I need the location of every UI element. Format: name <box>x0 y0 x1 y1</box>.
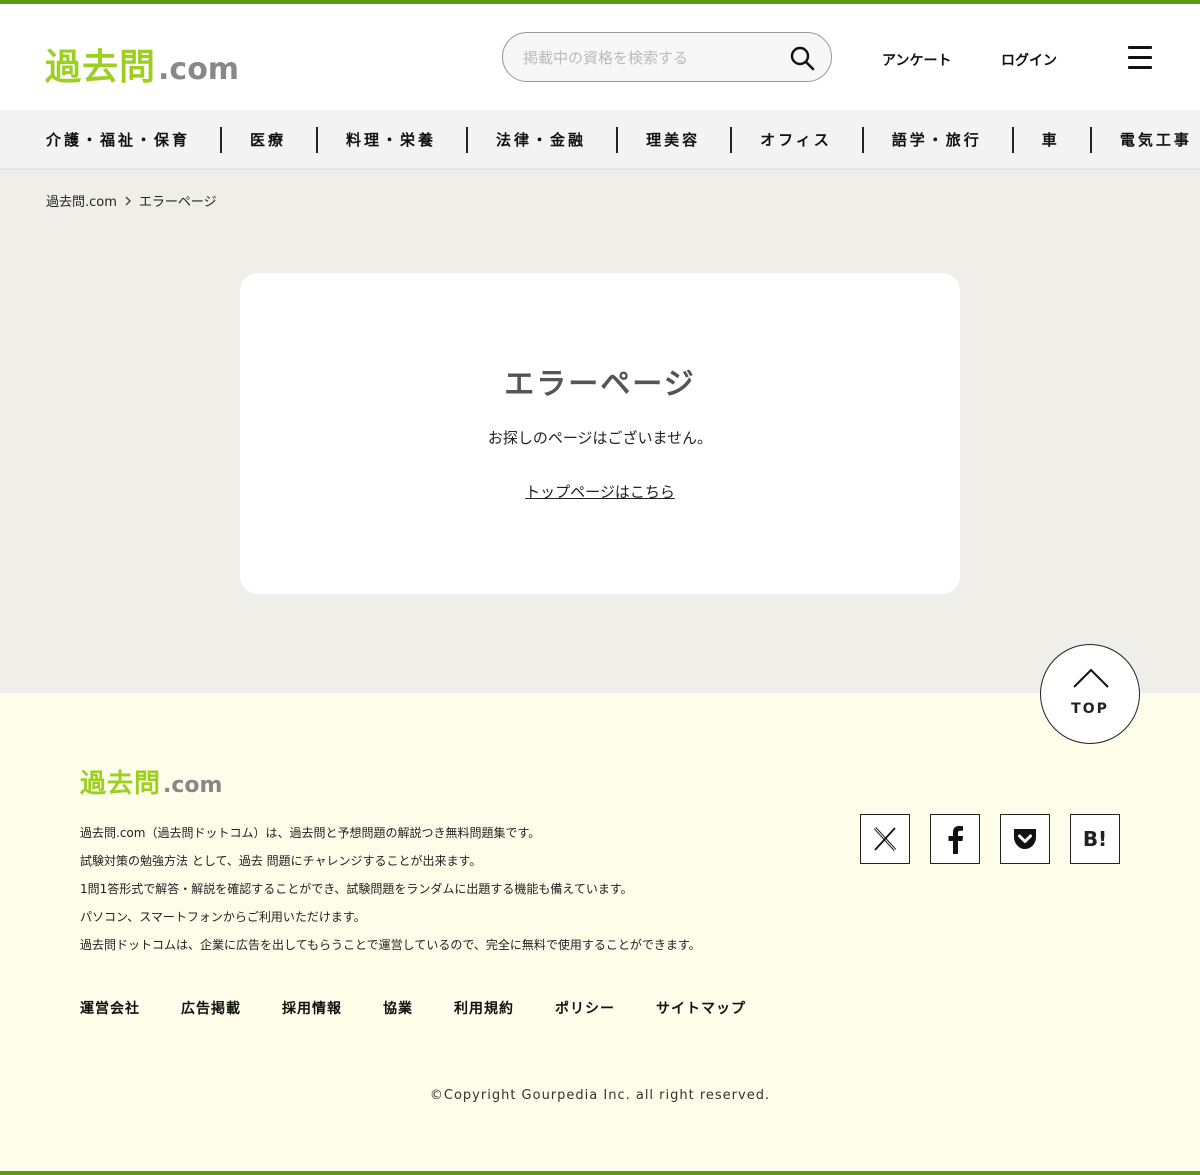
footer-link-sitemap[interactable]: サイトマップ <box>656 998 746 1018</box>
top-page-link[interactable]: トップページはこちら <box>240 481 960 502</box>
footer-description-line: 1問1答形式で解答・解説を確認することができ、試験問題をランダムに出題する機能も… <box>80 882 633 896</box>
survey-link[interactable]: アンケート <box>882 50 951 70</box>
footer-description: 過去問.com（過去問ドットコム）は、過去問と予想問題の解説つき無料問題集です。… <box>80 819 701 959</box>
breadcrumb: 過去問.com エラーページ <box>46 191 217 210</box>
copyright: ©Copyright Gourpedia Inc. all right rese… <box>429 1088 771 1103</box>
category-office[interactable]: オフィス <box>732 127 864 153</box>
category-nav: 介護・福祉・保育 医療 料理・栄養 法律・金融 理美容 オフィス 語学・旅行 車… <box>0 110 1200 170</box>
footer-logo-com: .com <box>163 773 223 798</box>
site-header: 過去問 .com アンケート ログイン <box>0 4 1200 110</box>
footer-description-line: 過去問ドットコムは、企業に広告を出してもらうことで運営しているので、完全に無料で… <box>80 938 701 952</box>
category-car[interactable]: 車 <box>1014 127 1092 153</box>
logo-com: .com <box>158 52 240 87</box>
search-icon[interactable] <box>789 45 815 71</box>
error-title: エラーページ <box>504 367 696 402</box>
footer-link-advertising[interactable]: 広告掲載 <box>181 998 241 1018</box>
back-to-top-label: TOP <box>1071 701 1109 717</box>
category-beauty[interactable]: 理美容 <box>618 127 733 153</box>
category-law-finance[interactable]: 法律・金融 <box>468 127 619 153</box>
hatena-bookmark-icon[interactable]: B! <box>1070 814 1120 864</box>
category-electrical[interactable]: 電気工事 <box>1092 127 1200 153</box>
footer-nav: 運営会社 広告掲載 採用情報 協業 利用規約 ポリシー サイトマップ <box>80 998 787 1018</box>
site-logo[interactable]: 過去問 .com <box>45 38 239 88</box>
footer-link-company[interactable]: 運営会社 <box>80 998 140 1018</box>
category-care-welfare[interactable]: 介護・福祉・保育 <box>0 127 223 153</box>
pocket-icon[interactable] <box>1000 814 1050 864</box>
hatena-bookmark-label: B! <box>1082 827 1108 851</box>
search-box <box>502 32 832 82</box>
chevron-up-icon <box>1073 668 1109 688</box>
footer-link-policy[interactable]: ポリシー <box>555 998 615 1018</box>
footer-logo[interactable]: 過去問 .com <box>80 763 222 800</box>
breadcrumb-current: エラーページ <box>138 195 217 210</box>
hamburger-menu-icon[interactable] <box>1128 46 1152 69</box>
login-link[interactable]: ログイン <box>1001 50 1057 70</box>
error-card: エラーページ お探しのページはございません。 トップページはこちら <box>240 273 960 594</box>
footer-description-line: 過去問.com（過去問ドットコム）は、過去問と予想問題の解説つき無料問題集です。 <box>80 826 541 840</box>
x-twitter-icon[interactable] <box>860 814 910 864</box>
facebook-icon[interactable] <box>930 814 980 864</box>
category-medical[interactable]: 医療 <box>222 127 319 153</box>
footer-logo-kanji: 過去問 <box>80 769 162 799</box>
footer-link-terms[interactable]: 利用規約 <box>454 998 514 1018</box>
footer-link-recruit[interactable]: 採用情報 <box>282 998 342 1018</box>
logo-kanji: 過去問 <box>45 47 157 88</box>
error-message: お探しのページはございません。 <box>487 429 713 447</box>
footer-description-line: パソコン、スマートフォンからご利用いただけます。 <box>80 910 366 924</box>
back-to-top-button[interactable]: TOP <box>1040 644 1140 744</box>
category-cooking-nutrition[interactable]: 料理・栄養 <box>318 127 469 153</box>
footer-link-partnership[interactable]: 協業 <box>383 998 413 1018</box>
breadcrumb-home[interactable]: 過去問.com <box>46 191 117 210</box>
site-footer: 過去問 .com 過去問.com（過去問ドットコム）は、過去問と予想問題の解説つ… <box>0 693 1200 1171</box>
search-input[interactable] <box>523 45 773 71</box>
chevron-right-icon <box>125 196 131 205</box>
footer-description-line: 試験対策の勉強方法 として、過去 問題にチャレンジすることが出来ます。 <box>80 854 482 868</box>
bottom-accent-bar <box>0 1171 1200 1175</box>
category-language-travel[interactable]: 語学・旅行 <box>864 127 1014 153</box>
